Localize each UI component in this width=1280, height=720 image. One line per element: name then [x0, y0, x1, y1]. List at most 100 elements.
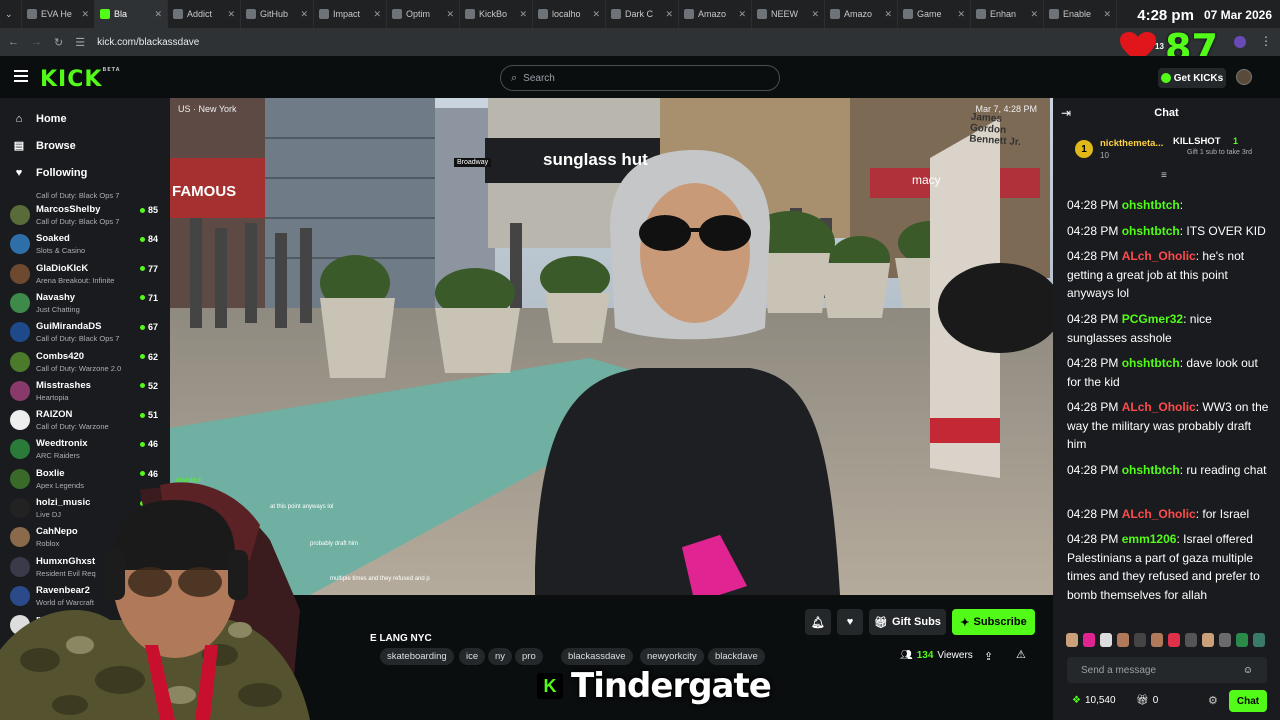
message-username[interactable]: ohshtbtch — [1122, 198, 1180, 212]
browser-tab[interactable]: localho ✕ — [533, 0, 606, 28]
stream-tag[interactable]: skateboarding — [380, 648, 454, 665]
tab-close-icon[interactable]: ✕ — [154, 9, 162, 20]
message-username[interactable]: PCGmer32 — [1122, 312, 1183, 326]
sidebar-nav-browse[interactable]: ▤ Browse — [0, 132, 170, 159]
followed-channel[interactable]: MarcosShelby Call of Duty: Black Ops 7 85 — [10, 200, 162, 229]
emote-icon[interactable] — [1066, 633, 1078, 647]
url-text[interactable]: kick.com/blackassdave — [97, 37, 199, 48]
channel-viewers: 46 — [139, 439, 158, 449]
followed-channel[interactable]: RAIZON Call of Duty: Warzone 51 — [10, 405, 162, 434]
tab-close-icon[interactable]: ✕ — [811, 9, 819, 20]
emote-icon[interactable] — [1168, 633, 1180, 647]
browser-tab[interactable]: Impact ✕ — [314, 0, 387, 28]
back-icon[interactable]: ← — [8, 36, 19, 48]
browser-tab[interactable]: Enhan ✕ — [971, 0, 1044, 28]
message-username[interactable]: ohshtbtch — [1122, 356, 1180, 370]
browser-tab[interactable]: GitHub ✕ — [241, 0, 314, 28]
sidebar-nav-following[interactable]: ♥ Following — [0, 159, 170, 186]
browser-tab[interactable]: Optim ✕ — [387, 0, 460, 28]
emoji-icon[interactable]: ☺ — [1243, 665, 1253, 676]
sidebar-nav-home[interactable]: ⌂ Home — [0, 105, 170, 132]
kick-logo[interactable]: KICKBETA — [40, 67, 121, 92]
follow-button[interactable]: ♥ — [837, 609, 863, 635]
gift-subs-button[interactable]: 🎁︎ Gift Subs — [869, 609, 946, 635]
tab-close-icon[interactable]: ✕ — [592, 9, 600, 20]
followed-channel[interactable]: Navashy Just Chatting 71 — [10, 288, 162, 317]
hamburger-menu-icon[interactable] — [14, 70, 28, 82]
message-username[interactable]: emm1206 — [1122, 532, 1177, 546]
followed-channel[interactable]: Soaked Slots & Casino 84 — [10, 229, 162, 258]
share-icon[interactable]: ⇪ — [984, 650, 993, 663]
tab-close-icon[interactable]: ✕ — [227, 9, 235, 20]
tab-close-icon[interactable]: ✕ — [519, 9, 527, 20]
tab-close-icon[interactable]: ✕ — [1030, 9, 1038, 20]
get-kicks-button[interactable]: Get KICKs — [1158, 68, 1226, 88]
stream-tag[interactable]: pro — [515, 648, 543, 665]
followed-channel[interactable]: GuiMirandaDS Call of Duty: Black Ops 7 67 — [10, 317, 162, 346]
site-info-icon[interactable]: ☰ — [75, 36, 85, 49]
followed-channel[interactable]: Misstrashes Heartopia 52 — [10, 376, 162, 405]
tab-close-icon[interactable]: ✕ — [884, 9, 892, 20]
emote-icon[interactable] — [1219, 633, 1231, 647]
subscribe-button[interactable]: ✦ Subscribe — [952, 609, 1035, 635]
emote-icon[interactable] — [1253, 633, 1265, 647]
channel-points[interactable]: ❖ 10,540 — [1072, 695, 1116, 706]
tab-close-icon[interactable]: ✕ — [738, 9, 746, 20]
stream-tag[interactable]: newyorkcity — [640, 648, 704, 665]
browser-tab[interactable]: Enable ✕ — [1044, 0, 1117, 28]
tab-close-icon[interactable]: ✕ — [665, 9, 673, 20]
browser-tab[interactable]: Bla ✕ — [95, 0, 168, 28]
message-username[interactable]: ohshtbtch — [1122, 463, 1180, 477]
tab-label: Bla — [114, 9, 128, 19]
emote-icon[interactable] — [1083, 633, 1095, 647]
chat-input[interactable]: Send a message ☺ — [1067, 657, 1267, 683]
forward-icon[interactable]: → — [31, 36, 42, 48]
followed-channel[interactable]: GlaDioKIcK Arena Breakout: Infinite 77 — [10, 259, 162, 288]
leaderboard-user-1[interactable]: nickthemeta... — [1100, 138, 1163, 149]
tab-close-icon[interactable]: ✕ — [373, 9, 381, 20]
browser-tab[interactable]: KickBo ✕ — [460, 0, 533, 28]
chat-send-button[interactable]: Chat — [1229, 690, 1267, 712]
expand-pinned-icon[interactable]: ≡ — [1161, 170, 1167, 181]
browser-tab[interactable]: Game ✕ — [898, 0, 971, 28]
browser-tab[interactable]: NEEW ✕ — [752, 0, 825, 28]
profile-icon[interactable] — [1234, 36, 1246, 48]
emote-icon[interactable] — [1236, 633, 1248, 647]
stream-tag[interactable]: blackassdave — [561, 648, 633, 665]
reload-icon[interactable]: ↻ — [54, 36, 63, 49]
followed-channel[interactable]: Combs420 Call of Duty: Warzone 2.0 62 — [10, 347, 162, 376]
stream-tag[interactable]: ice — [459, 648, 486, 665]
gift-count[interactable]: 🎁︎ 0 — [1136, 695, 1158, 706]
message-username[interactable]: ALch_Oholic — [1122, 507, 1196, 521]
report-icon[interactable]: ⚠ — [1016, 648, 1026, 661]
tab-close-icon[interactable]: ✕ — [81, 9, 89, 20]
emote-icon[interactable] — [1185, 633, 1197, 647]
emote-icon[interactable] — [1100, 633, 1112, 647]
message-username[interactable]: ALch_Oholic — [1122, 249, 1196, 263]
message-username[interactable]: ohshtbtch — [1122, 224, 1180, 238]
user-avatar[interactable] — [1236, 69, 1252, 85]
browser-menu-icon[interactable]: ⋮ — [1260, 34, 1272, 48]
search-input[interactable]: ⌕ Search — [500, 65, 780, 91]
emote-icon[interactable] — [1202, 633, 1214, 647]
chat-settings-icon[interactable]: ⚙ — [1208, 694, 1218, 707]
tab-close-icon[interactable]: ✕ — [300, 9, 308, 20]
tab-close-icon[interactable]: ✕ — [957, 9, 965, 20]
tab-list-chevron-icon[interactable]: ⌄ — [0, 0, 22, 28]
browser-tab[interactable]: Amazo ✕ — [825, 0, 898, 28]
tab-close-icon[interactable]: ✕ — [446, 9, 454, 20]
browser-tab[interactable]: EVA He ✕ — [22, 0, 95, 28]
stream-tag[interactable]: ny — [488, 648, 513, 665]
browser-tab[interactable]: Dark C ✕ — [606, 0, 679, 28]
browser-tab[interactable]: Addict ✕ — [168, 0, 241, 28]
emote-icon[interactable] — [1151, 633, 1163, 647]
tab-close-icon[interactable]: ✕ — [1103, 9, 1111, 20]
emote-icon[interactable] — [1117, 633, 1129, 647]
notification-bell-button[interactable]: 🔔︎ — [805, 609, 831, 635]
leaderboard-user-2[interactable]: KILLSHOT — [1173, 136, 1221, 147]
followed-channel[interactable]: Weedtronix ARC Raiders 46 — [10, 434, 162, 463]
browser-tab[interactable]: Amazo ✕ — [679, 0, 752, 28]
message-username[interactable]: ALch_Oholic — [1122, 400, 1196, 414]
emote-icon[interactable] — [1134, 633, 1146, 647]
stream-tag[interactable]: blackdave — [708, 648, 765, 665]
